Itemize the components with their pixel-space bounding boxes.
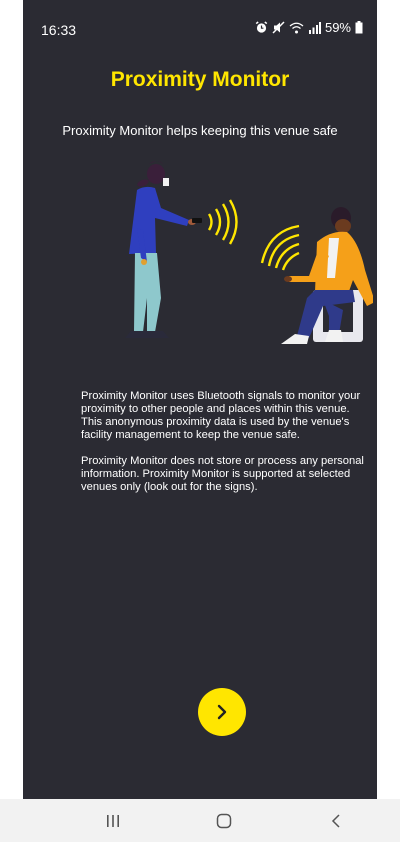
description-paragraph-2: Proximity Monitor does not store or proc… (81, 455, 364, 493)
app-screen: 16:33 59% Proximity Monitor Proximity Mo… (23, 0, 377, 842)
home-button[interactable] (204, 807, 244, 835)
battery-icon (355, 21, 363, 34)
back-icon (331, 814, 340, 828)
page-subtitle: Proximity Monitor helps keeping this ven… (62, 123, 338, 138)
back-button[interactable] (316, 807, 356, 835)
status-time: 16:33 (41, 22, 77, 38)
recent-apps-icon (107, 815, 119, 827)
recent-apps-button[interactable] (93, 807, 133, 835)
proximity-illustration (125, 161, 373, 344)
status-icons: 59% (255, 20, 363, 35)
page-title: Proximity Monitor (110, 68, 290, 91)
status-bar: 16:33 59% (23, 0, 377, 42)
signal-waves-left (207, 199, 238, 245)
signal-icon (308, 21, 321, 34)
mute-icon (272, 21, 285, 34)
navigation-bar (0, 799, 400, 842)
home-icon (216, 813, 232, 829)
standing-person-figure (125, 161, 202, 338)
description-paragraph-1: Proximity Monitor uses Bluetooth signals… (81, 390, 361, 441)
alarm-icon (255, 21, 268, 33)
signal-waves-right (260, 224, 300, 271)
battery-percentage: 59% (324, 20, 351, 35)
next-button[interactable] (198, 688, 246, 736)
description: Proximity Monitor uses Bluetooth signals… (81, 390, 371, 507)
wifi-icon (289, 22, 304, 33)
chevron-right-icon (217, 704, 227, 720)
